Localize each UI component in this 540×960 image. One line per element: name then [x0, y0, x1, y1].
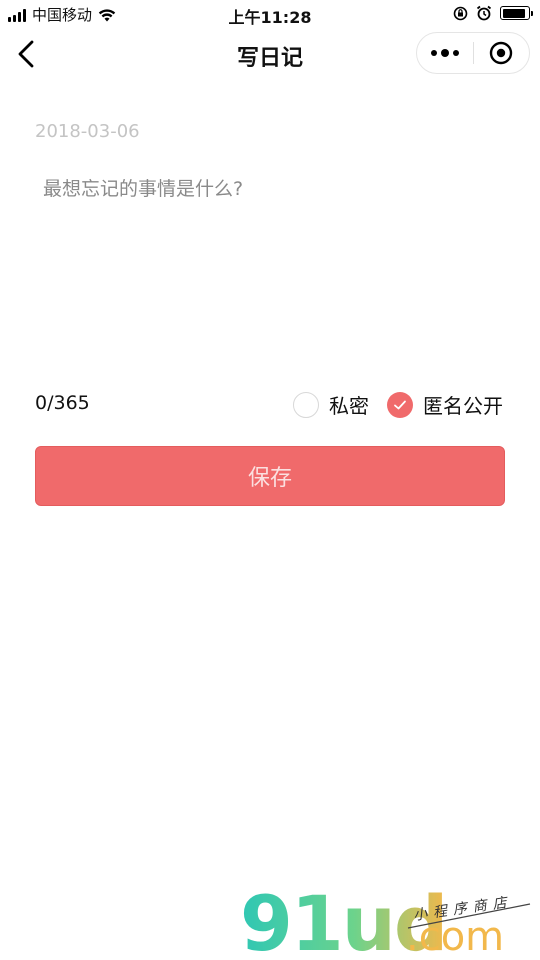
diary-date: 2018-03-06: [35, 121, 140, 142]
private-option[interactable]: 私密: [293, 390, 369, 419]
alarm-icon: [476, 5, 492, 21]
anonymous-public-option[interactable]: 匿名公开: [387, 390, 503, 419]
rotation-lock-icon: [453, 6, 468, 20]
anonymous-public-label: 匿名公开: [423, 394, 503, 418]
private-radio[interactable]: [293, 391, 319, 418]
more-dots-icon: [430, 50, 437, 56]
chevron-left-icon: [18, 40, 34, 68]
nav-bar: 写日记: [0, 28, 540, 80]
target-circle-icon: [490, 41, 513, 65]
status-bar: 中国移动 上午11:28: [0, 0, 540, 28]
status-right: [453, 5, 533, 21]
battery-fill: [502, 8, 525, 18]
save-button[interactable]: 保存: [35, 446, 505, 506]
back-button[interactable]: [10, 38, 42, 70]
menu-capsule: [416, 32, 530, 74]
options-row: 0/365 私密 匿名公开: [35, 388, 505, 420]
more-button[interactable]: [417, 33, 473, 73]
battery-icon: [500, 6, 533, 20]
close-miniprogram-button[interactable]: [474, 33, 530, 73]
anonymous-public-radio[interactable]: [387, 391, 413, 418]
diary-text-input[interactable]: [35, 165, 505, 365]
check-icon: [394, 400, 406, 409]
character-counter: 0/365: [35, 392, 90, 414]
watermark-logo: 91ud .com 小程序商店: [240, 880, 531, 956]
private-label: 私密: [329, 394, 369, 418]
